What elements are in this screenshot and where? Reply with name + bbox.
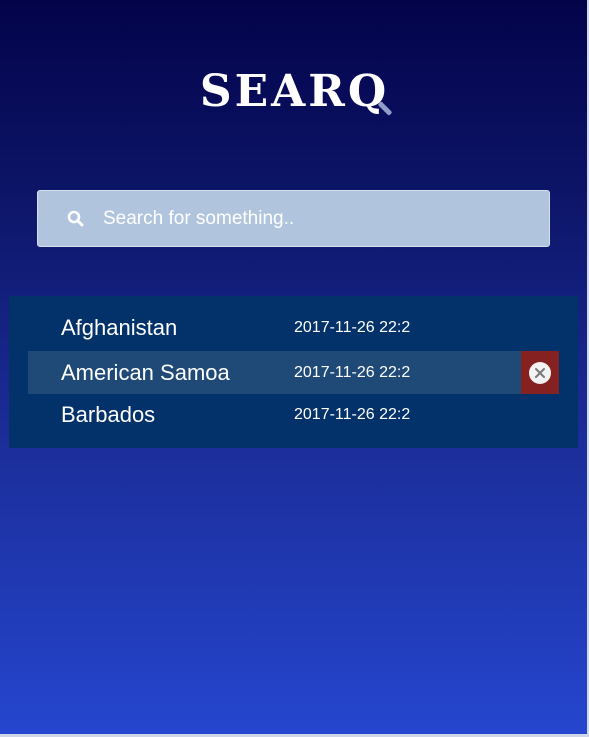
logo-wrap: SEARQ <box>199 62 393 122</box>
result-row-barbados[interactable]: Barbados 2017-11-26 22:2 <box>28 393 559 436</box>
logo-text: SEARQ <box>199 66 390 117</box>
result-row-afghanistan[interactable]: Afghanistan 2017-11-26 22:2 <box>28 306 559 349</box>
result-row-american-samoa[interactable]: American Samoa 2017-11-26 22:2 <box>28 351 559 394</box>
result-date: 2017-11-26 22:2 <box>294 406 411 423</box>
close-circle-icon <box>529 361 551 384</box>
results-list: Afghanistan 2017-11-26 22:2 American Sam… <box>9 296 578 448</box>
search-input[interactable] <box>103 198 549 239</box>
search-icon <box>66 209 86 229</box>
result-name: Afghanistan <box>61 315 178 340</box>
result-date: 2017-11-26 22:2 <box>294 319 411 336</box>
logo: SEARQ <box>0 62 589 122</box>
result-name: Barbados <box>61 402 156 427</box>
result-name: American Samoa <box>61 360 230 385</box>
result-date: 2017-11-26 22:2 <box>294 364 411 381</box>
remove-result-button[interactable] <box>521 351 559 394</box>
search-box[interactable] <box>37 190 550 247</box>
